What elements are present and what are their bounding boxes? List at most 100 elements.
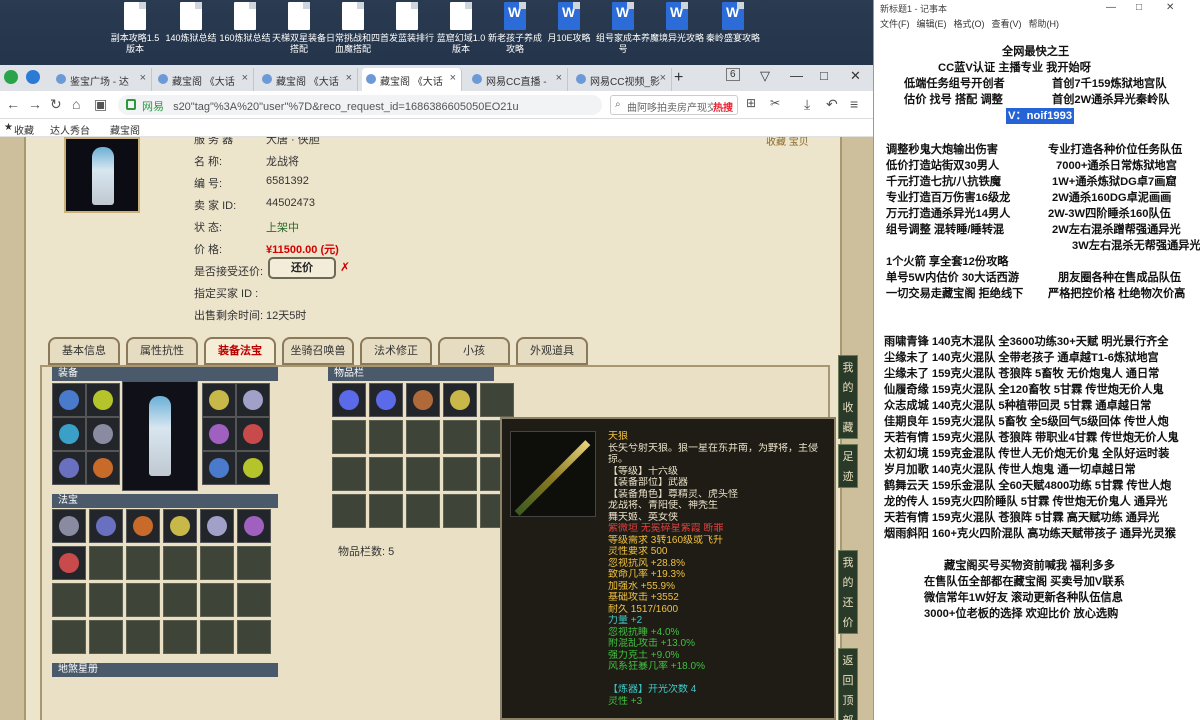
download-icon[interactable]: ⤓ [804, 96, 810, 113]
desktop-file-8[interactable]: 新老孩子养成攻略 [488, 2, 542, 64]
home-icon[interactable]: ⌂ [72, 96, 80, 112]
equipment-slot[interactable] [202, 451, 236, 485]
equipment-slot[interactable] [52, 383, 86, 417]
equipment-slot[interactable] [202, 417, 236, 451]
desktop-file-4[interactable]: 天梯双星装备搭配 [272, 2, 326, 64]
side-button-2[interactable]: 足迹 [838, 444, 858, 488]
browser-tab-2[interactable]: 藏宝阁 《大话 × [154, 68, 254, 91]
reload-icon[interactable]: ↻ [50, 96, 62, 113]
side-button-3[interactable]: 我的还价 [838, 550, 858, 634]
tab-2[interactable]: 属性抗性 [126, 337, 198, 365]
desktop-file-7[interactable]: 蓝窟幻域1.0版本 [434, 2, 488, 64]
tab-count-badge[interactable]: 6 [726, 68, 740, 81]
equipment-item-icon [93, 390, 113, 410]
bag-item-slot[interactable] [332, 383, 366, 417]
bookmark-daren[interactable]: 达人秀台 [50, 122, 90, 137]
briefcase-icon[interactable]: ▣ [94, 96, 107, 113]
tab-7[interactable]: 外观道具 [516, 337, 588, 365]
magic-item-slot[interactable] [126, 509, 160, 543]
notepad-menu-item[interactable]: 文件(F) [880, 19, 910, 29]
desktop-file-11[interactable]: 魔境异光攻略 [650, 2, 704, 64]
side-button-4[interactable]: 返回顶部 [838, 648, 858, 720]
tab-close-icon[interactable]: × [660, 72, 666, 84]
bag-item-slot[interactable] [369, 383, 403, 417]
tab-close-icon[interactable]: × [556, 72, 562, 84]
notepad-menu-item[interactable]: 查看(V) [992, 19, 1022, 29]
telegram-icon[interactable] [26, 70, 40, 84]
magic-item-slot[interactable] [163, 509, 197, 543]
equipment-slot[interactable] [52, 417, 86, 451]
browser-tab-6[interactable]: 网易CC视频_影 × [572, 68, 672, 91]
notepad-minimize-button[interactable]: — [1106, 2, 1116, 13]
undo-icon[interactable]: ↶ [826, 96, 838, 113]
tooltip-line: 【装备部位】武器 [608, 477, 688, 488]
equipment-slot[interactable] [86, 383, 120, 417]
browser-tab-5[interactable]: 网易CC直播 - × [468, 68, 568, 91]
tab-4[interactable]: 坐骑召唤兽 [282, 337, 354, 365]
equipment-slot[interactable] [86, 451, 120, 485]
magic-item-slot[interactable] [52, 509, 86, 543]
return-price-button[interactable]: 还价 [268, 257, 336, 279]
equipment-slot[interactable] [236, 451, 270, 485]
desktop-file-12[interactable]: 秦岭盛宴攻略 [706, 2, 760, 64]
menu-icon[interactable]: ≡ [850, 96, 858, 112]
maximize-button[interactable]: □ [820, 68, 828, 83]
desktop-file-9[interactable]: 月10E攻略 [542, 2, 596, 64]
tab-close-icon[interactable]: × [346, 72, 352, 84]
browser-tab-4[interactable]: 藏宝阁 《大话 × [362, 68, 462, 91]
new-tab-button[interactable]: + [674, 69, 683, 87]
desktop-file-6[interactable]: 首发蓝装排行 [380, 2, 434, 64]
browser-logo-icon[interactable] [4, 70, 18, 84]
notepad-maximize-button[interactable]: □ [1136, 2, 1142, 13]
bookmark-favorites[interactable]: 收藏 [14, 122, 34, 137]
notepad-close-button[interactable]: ✕ [1166, 2, 1174, 13]
desktop-file-3[interactable]: 160炼狱总结 [218, 2, 272, 64]
tab-close-icon[interactable]: × [450, 72, 456, 84]
equipment-slot[interactable] [236, 417, 270, 451]
notepad-menu-item[interactable]: 编辑(E) [917, 19, 947, 29]
tab-1[interactable]: 基本信息 [48, 337, 120, 365]
bookmark-cangbaoge[interactable]: 藏宝阁 [110, 122, 140, 137]
back-icon[interactable]: ← [6, 96, 20, 112]
desktop-file-2[interactable]: 140炼狱总结 [164, 2, 218, 64]
collect-link[interactable]: 收藏 宝贝 [766, 137, 809, 148]
magic-item-slot[interactable] [200, 509, 234, 543]
bag-item-slot[interactable] [406, 383, 440, 417]
tab-close-icon[interactable]: × [242, 72, 248, 84]
equipment-slot[interactable] [86, 417, 120, 451]
browser-tab-3[interactable]: 藏宝阁 《大话 × [258, 68, 358, 91]
magic-item-slot[interactable] [237, 509, 271, 543]
minimize-button[interactable]: — [790, 68, 803, 83]
equipment-slot[interactable] [202, 383, 236, 417]
desktop-file-10[interactable]: 组号家成本养号 [596, 2, 650, 64]
browser-tab-1[interactable]: 鉴宝广场 - 达 × [52, 68, 152, 91]
tab-favicon-icon [366, 74, 376, 84]
side-button-1[interactable]: 我的收藏 [838, 355, 858, 439]
forward-icon[interactable]: → [28, 96, 42, 112]
equipment-slot[interactable] [236, 383, 270, 417]
hot-search-label[interactable]: 热搜 [713, 99, 733, 114]
notepad-menu-item[interactable]: 帮助(H) [1029, 19, 1060, 29]
equipment-slot[interactable] [52, 451, 86, 485]
desktop-file-1[interactable]: 副本攻略1.5版本 [108, 2, 162, 64]
desktop-file-5[interactable]: 日常挑战和四血魔搭配 [326, 2, 380, 64]
bag-item-slot[interactable] [443, 383, 477, 417]
magic-item-slot[interactable] [52, 546, 86, 580]
notepad-menu-item[interactable]: 格式(O) [954, 19, 985, 29]
tab-6[interactable]: 小孩 [438, 337, 510, 365]
tab-3[interactable]: 装备法宝 [204, 337, 276, 365]
empty-slot [126, 583, 160, 617]
tab-5[interactable]: 法术修正 [360, 337, 432, 365]
address-bar[interactable]: 网易 s20"tag"%3A%20"user"%7D&reco_request_… [118, 95, 602, 115]
tooltip-line: 强力克土 +9.0% [608, 649, 680, 661]
magic-item-icon [133, 516, 153, 536]
magic-item-slot[interactable] [89, 509, 123, 543]
apps-icon[interactable]: ⊞ [746, 96, 756, 110]
search-input[interactable]: ⌕ 曲阿哆拍卖房产现交 热搜 [610, 95, 738, 115]
close-window-button[interactable]: ✕ [850, 68, 861, 84]
equipment-item-icon [59, 458, 79, 478]
shirt-icon[interactable]: ▽ [760, 68, 770, 84]
tab-close-icon[interactable]: × [140, 72, 146, 84]
extension-icon[interactable]: ✂ [770, 96, 780, 110]
return-price-close-icon[interactable]: ✗ [340, 260, 350, 274]
